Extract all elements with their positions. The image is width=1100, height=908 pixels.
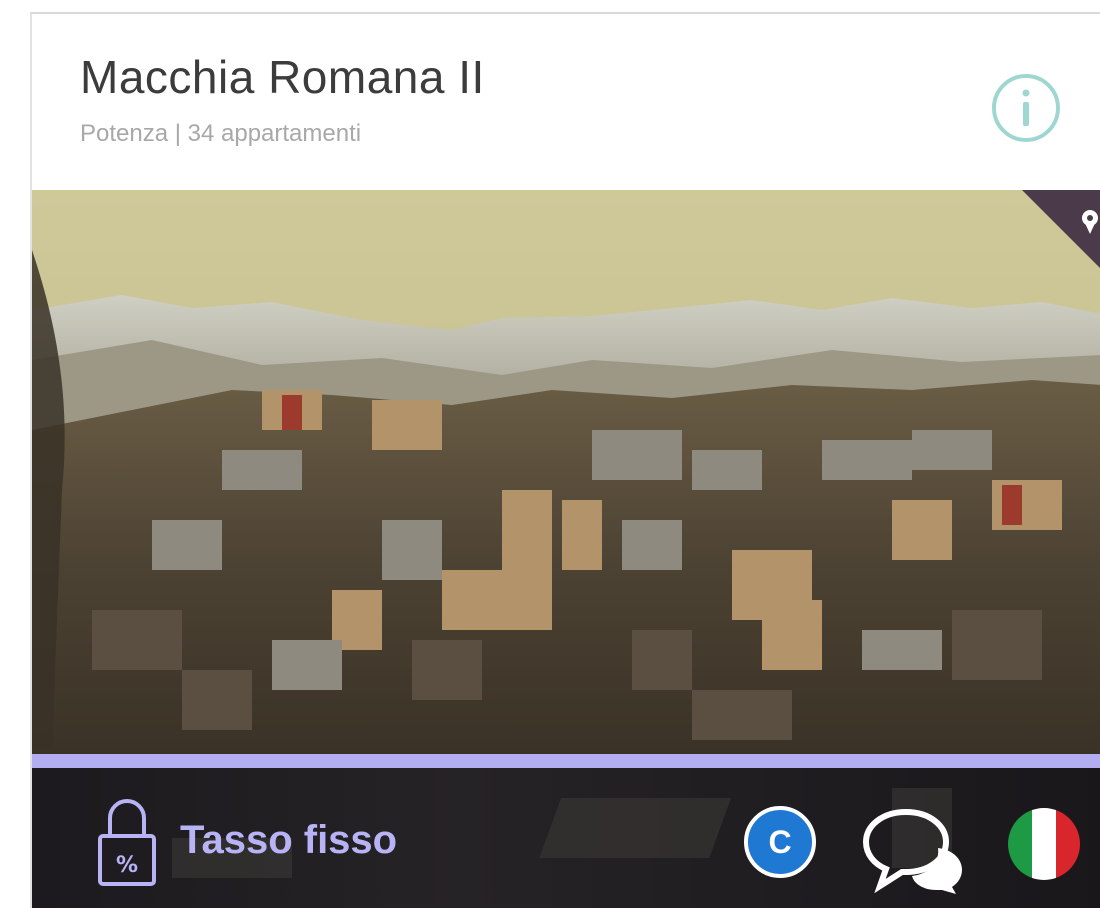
info-icon[interactable] [990, 72, 1062, 144]
lock-percent-icon: % [98, 799, 156, 886]
rate-type-label: Tasso fisso [180, 818, 398, 862]
accent-bar [32, 754, 1100, 768]
city-panorama-image [32, 190, 1100, 754]
listing-photo[interactable] [32, 190, 1100, 754]
chat-bubbles-icon[interactable] [858, 804, 968, 894]
listing-subtitle: Potenza | 34 appartamenti [80, 120, 362, 147]
energy-class-badge[interactable]: C [744, 806, 816, 878]
svg-text:%: % [116, 853, 138, 878]
card-footer: % Tasso fisso C [32, 768, 1100, 908]
italy-flag-icon[interactable] [1006, 806, 1082, 882]
card-header: Macchia Romana II Potenza | 34 appartame… [32, 14, 1100, 190]
listing-title[interactable]: Macchia Romana II [80, 50, 485, 104]
listing-card[interactable]: Macchia Romana II Potenza | 34 appartame… [30, 12, 1100, 908]
